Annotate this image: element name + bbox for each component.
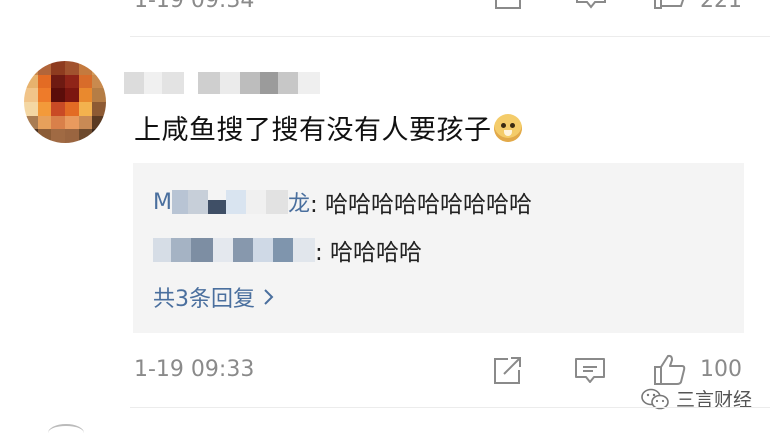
divider (130, 36, 770, 37)
previous-like-count: 221 (700, 0, 742, 13)
comment-icon[interactable] (575, 0, 607, 12)
reply-text: : 哈哈哈哈 (315, 240, 423, 266)
username-redacted[interactable] (124, 72, 320, 94)
reply-item[interactable]: : 哈哈哈哈 (153, 233, 422, 267)
doge-emoji-icon (493, 113, 522, 142)
reply-item[interactable]: M 龙 : 哈哈哈哈哈哈哈哈哈 (153, 185, 532, 219)
previous-comment-time: 1-19 09:34 (134, 0, 255, 13)
chevron-right-icon (264, 289, 274, 305)
comment-text: 上咸鱼搜了搜有没有人要孩子 (134, 108, 522, 147)
comment-time: 1-19 09:33 (134, 357, 255, 382)
divider (130, 407, 770, 408)
like-count: 100 (700, 357, 742, 382)
reply-preview-box[interactable]: M 龙 : 哈哈哈哈哈哈哈哈哈 : 哈哈哈哈 共3条回复 (133, 163, 744, 333)
reply-text: : 哈哈哈哈哈哈哈哈哈 (310, 192, 533, 218)
reply-username-redacted[interactable]: M 龙 (153, 189, 310, 218)
comment-icon[interactable] (573, 356, 607, 386)
reply-username-redacted[interactable] (153, 238, 315, 262)
comment-body: 上咸鱼搜了搜有没有人要孩子 (134, 115, 492, 146)
share-icon[interactable] (494, 0, 524, 12)
more-replies-label: 共3条回复 (153, 287, 255, 312)
like-icon[interactable] (653, 0, 689, 16)
reply-username-tail: 龙 (287, 192, 310, 217)
next-avatar-edge (48, 424, 84, 442)
avatar[interactable] (24, 61, 106, 143)
share-icon[interactable] (492, 356, 524, 386)
like-icon[interactable] (652, 353, 688, 387)
more-replies-link[interactable]: 共3条回复 (153, 281, 275, 313)
reply-username-initial: M (153, 189, 172, 215)
